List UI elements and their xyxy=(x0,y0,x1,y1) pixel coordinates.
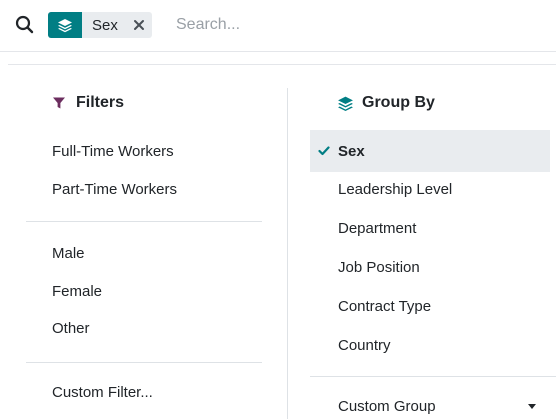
group-by-item-label: Contract Type xyxy=(338,297,432,315)
filter-item-full-time[interactable]: Full-Time Workers xyxy=(52,136,174,166)
column-divider xyxy=(287,88,288,419)
dropdown-top-divider xyxy=(8,64,556,65)
custom-filter-label: Custom Filter... xyxy=(52,383,153,401)
group-by-item-leadership-level[interactable]: Leadership Level xyxy=(338,174,452,204)
close-icon[interactable] xyxy=(126,12,152,38)
facet-label: Sex xyxy=(92,16,118,34)
filter-item-label: Full-Time Workers xyxy=(52,142,174,160)
filter-item-male[interactable]: Male xyxy=(52,238,85,268)
group-by-item-label: Country xyxy=(338,336,391,354)
group-by-title-label: Group By xyxy=(362,94,435,111)
filter-item-label: Other xyxy=(52,319,90,337)
search-input[interactable] xyxy=(176,12,546,38)
chevron-down-icon[interactable] xyxy=(528,404,536,409)
filter-icon xyxy=(50,94,68,112)
filter-item-label: Part-Time Workers xyxy=(52,180,178,198)
filter-item-part-time[interactable]: Part-Time Workers xyxy=(52,174,177,204)
group-by-item-sex-label[interactable]: Sex xyxy=(318,136,365,166)
custom-group-select[interactable]: Custom Group xyxy=(338,391,436,419)
group-by-item-label: Sex xyxy=(338,142,365,160)
filter-item-label: Female xyxy=(52,282,103,300)
check-icon xyxy=(318,146,332,156)
filter-item-other[interactable]: Other xyxy=(52,313,90,343)
search-bar: Sex xyxy=(0,0,556,52)
group-by-title: Group By xyxy=(336,94,435,112)
custom-filter-button[interactable]: Custom Filter... xyxy=(52,377,153,407)
filter-item-label: Male xyxy=(52,244,85,262)
filters-title: Filters xyxy=(50,94,124,112)
layers-icon xyxy=(336,94,354,112)
search-facet: Sex xyxy=(48,12,152,38)
layers-icon xyxy=(48,12,82,38)
search-icon[interactable] xyxy=(12,12,38,38)
filters-title-label: Filters xyxy=(76,94,125,111)
group-by-item-contract-type[interactable]: Contract Type xyxy=(338,291,431,321)
group-by-item-label: Department xyxy=(338,219,417,237)
filter-item-female[interactable]: Female xyxy=(52,276,102,306)
custom-group-label: Custom Group xyxy=(338,397,436,415)
group-by-divider xyxy=(310,376,556,377)
group-by-item-label: Job Position xyxy=(338,258,420,276)
group-by-item-country[interactable]: Country xyxy=(338,330,391,360)
filters-divider xyxy=(26,221,262,222)
filters-divider xyxy=(26,362,262,363)
group-by-item-label: Leadership Level xyxy=(338,180,453,198)
group-by-item-job-position[interactable]: Job Position xyxy=(338,252,420,282)
group-by-item-department[interactable]: Department xyxy=(338,213,416,243)
